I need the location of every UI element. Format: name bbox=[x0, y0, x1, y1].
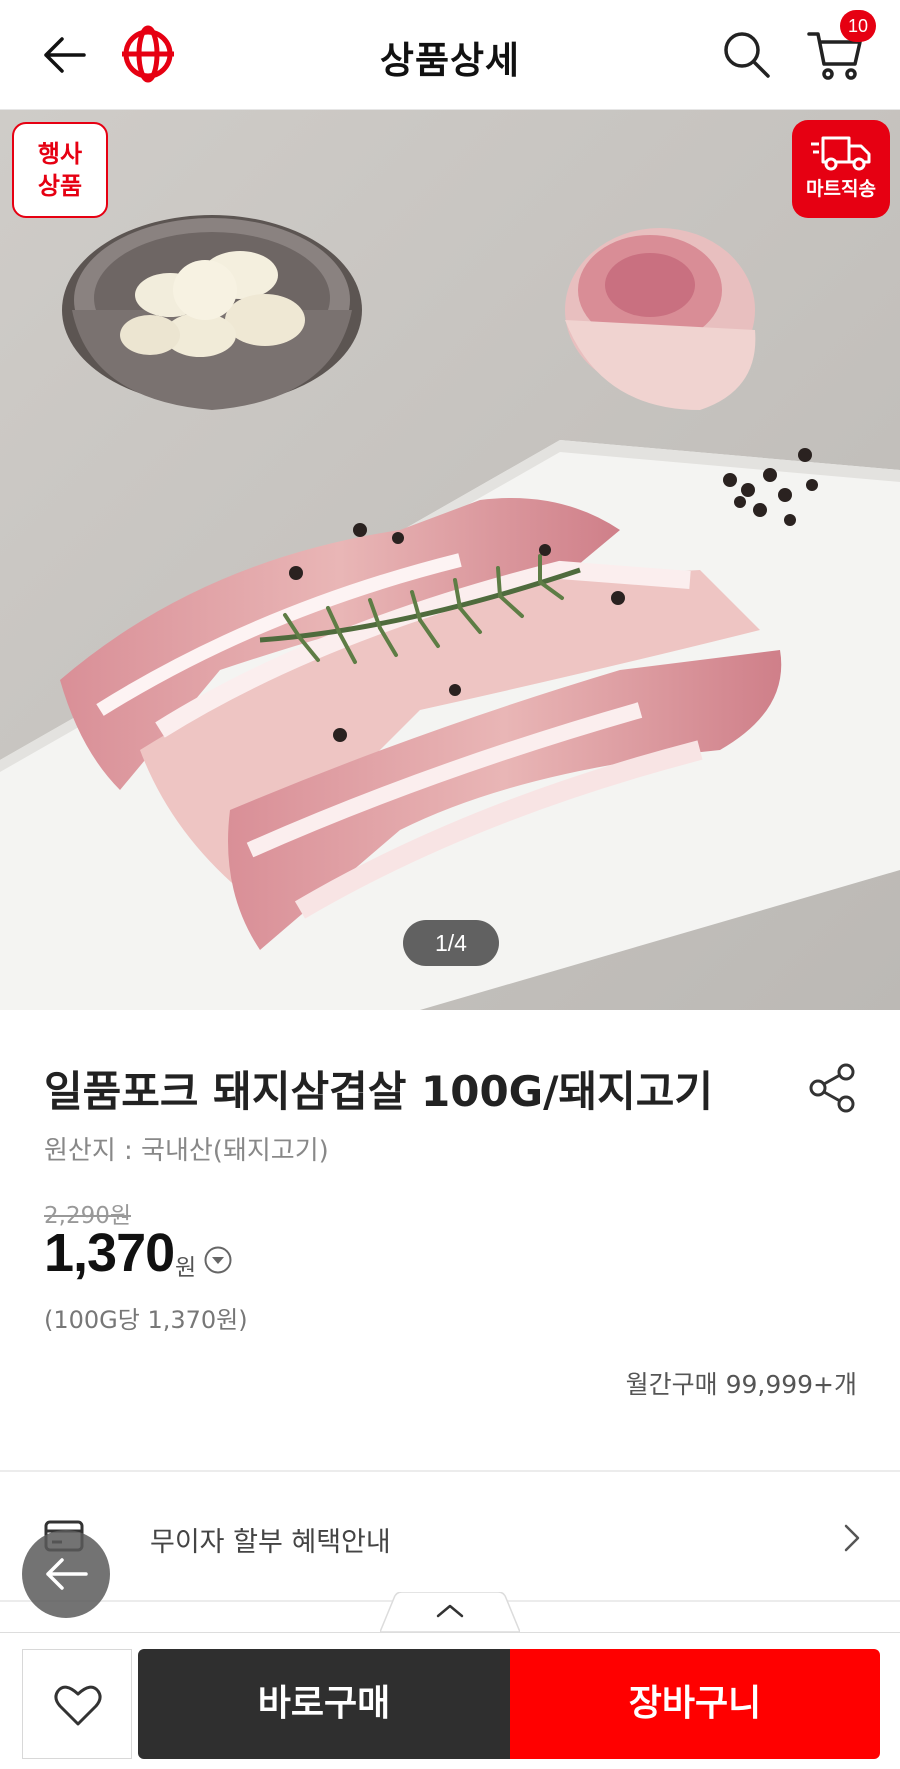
wishlist-button[interactable] bbox=[22, 1649, 132, 1759]
product-image-carousel[interactable] bbox=[0, 110, 900, 1010]
sale-price: 1,370 bbox=[44, 1223, 175, 1283]
unit-price: (100G당 1,370원) bbox=[44, 1306, 248, 1334]
heart-icon bbox=[54, 1685, 102, 1726]
mart-direct-delivery-badge: 마트직송 bbox=[792, 120, 890, 218]
price-currency-unit: 원 bbox=[175, 1255, 197, 1281]
mart-badge-label: 마트직송 bbox=[806, 178, 876, 200]
delivery-truck-icon bbox=[811, 136, 871, 171]
monthly-sales-count: 월간구매 99,999+개 bbox=[625, 1370, 857, 1399]
origin-info: 원산지 : 국내산(돼지고기) bbox=[44, 1136, 329, 1166]
chevron-right-icon bbox=[844, 1524, 860, 1552]
installment-benefit-row[interactable]: 무이자 할부 혜택안내 bbox=[0, 1472, 900, 1602]
event-product-badge: 행사 상품 bbox=[12, 122, 108, 218]
search-icon[interactable] bbox=[720, 28, 772, 80]
floating-back-button[interactable] bbox=[22, 1530, 110, 1618]
price-detail-dropdown-icon[interactable] bbox=[203, 1245, 233, 1275]
bottom-action-bar: 바로구매 장바구니 bbox=[0, 1632, 900, 1769]
add-to-cart-button[interactable]: 장바구니 bbox=[510, 1649, 880, 1759]
buy-now-button[interactable]: 바로구매 bbox=[138, 1649, 510, 1759]
share-icon[interactable] bbox=[808, 1062, 858, 1114]
installment-benefit-label: 무이자 할부 혜택안내 bbox=[150, 1527, 391, 1558]
product-photo bbox=[0, 110, 900, 1010]
top-app-bar: 상품상세 10 bbox=[0, 0, 900, 110]
back-arrow-icon bbox=[46, 1558, 88, 1590]
event-badge-line1: 행사 bbox=[37, 140, 83, 168]
image-page-indicator: 1/4 bbox=[403, 920, 499, 966]
bottom-sheet-handle[interactable] bbox=[380, 1592, 520, 1632]
event-badge-line2: 상품 bbox=[37, 172, 83, 200]
product-name: 일품포크 돼지삼겹살 100G/돼지고기 bbox=[44, 1067, 714, 1116]
cart-count-badge: 10 bbox=[840, 10, 876, 42]
